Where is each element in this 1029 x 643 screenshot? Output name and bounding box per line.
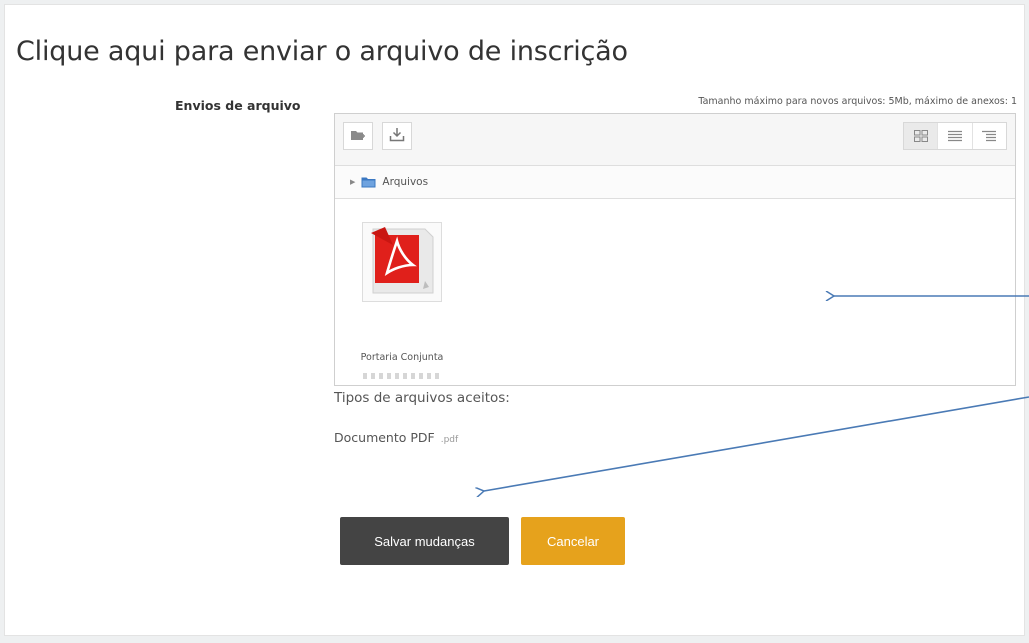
- list-view-button[interactable]: [937, 123, 971, 149]
- file-name-overflow: [363, 373, 443, 379]
- file-manager[interactable]: ▶ Arquivos Portaria Conjunta: [334, 113, 1016, 386]
- file-upload-label: Envios de arquivo: [175, 98, 301, 113]
- accepted-type-ext: .pdf: [440, 435, 459, 445]
- accepted-type-name: Documento PDF: [334, 430, 435, 445]
- view-mode-group: [903, 122, 1007, 150]
- download-icon: [389, 127, 405, 146]
- add-file-icon: [350, 127, 366, 146]
- grid-view-icon: [913, 127, 928, 146]
- list-view-icon: [947, 127, 962, 146]
- pdf-file-icon: [367, 225, 437, 299]
- accepted-types-label: Tipos de arquivos aceitos:: [334, 390, 510, 406]
- file-name[interactable]: Portaria Conjunta: [335, 352, 469, 363]
- add-file-button[interactable]: [343, 122, 373, 150]
- page-title: Clique aqui para enviar o arquivo de ins…: [16, 36, 628, 67]
- file-item[interactable]: [362, 222, 442, 302]
- cancel-button[interactable]: Cancelar: [521, 517, 625, 565]
- download-button[interactable]: [382, 122, 412, 150]
- folder-path-label[interactable]: Arquivos: [382, 176, 428, 188]
- tree-view-icon: [982, 127, 997, 146]
- file-area[interactable]: Portaria Conjunta: [335, 199, 1015, 385]
- expand-arrow-icon[interactable]: ▶: [350, 178, 355, 186]
- accepted-type-item: Documento PDF .pdf: [334, 430, 458, 445]
- folder-path-bar: ▶ Arquivos: [335, 166, 1015, 199]
- file-manager-toolbar: [335, 114, 1015, 166]
- save-changes-button[interactable]: Salvar mudanças: [340, 517, 509, 565]
- grid-view-button[interactable]: [904, 123, 938, 149]
- folder-icon: [361, 176, 376, 188]
- tree-view-button[interactable]: [971, 123, 1006, 149]
- upload-limits-text: Tamanho máximo para novos arquivos: 5Mb,…: [698, 96, 1017, 107]
